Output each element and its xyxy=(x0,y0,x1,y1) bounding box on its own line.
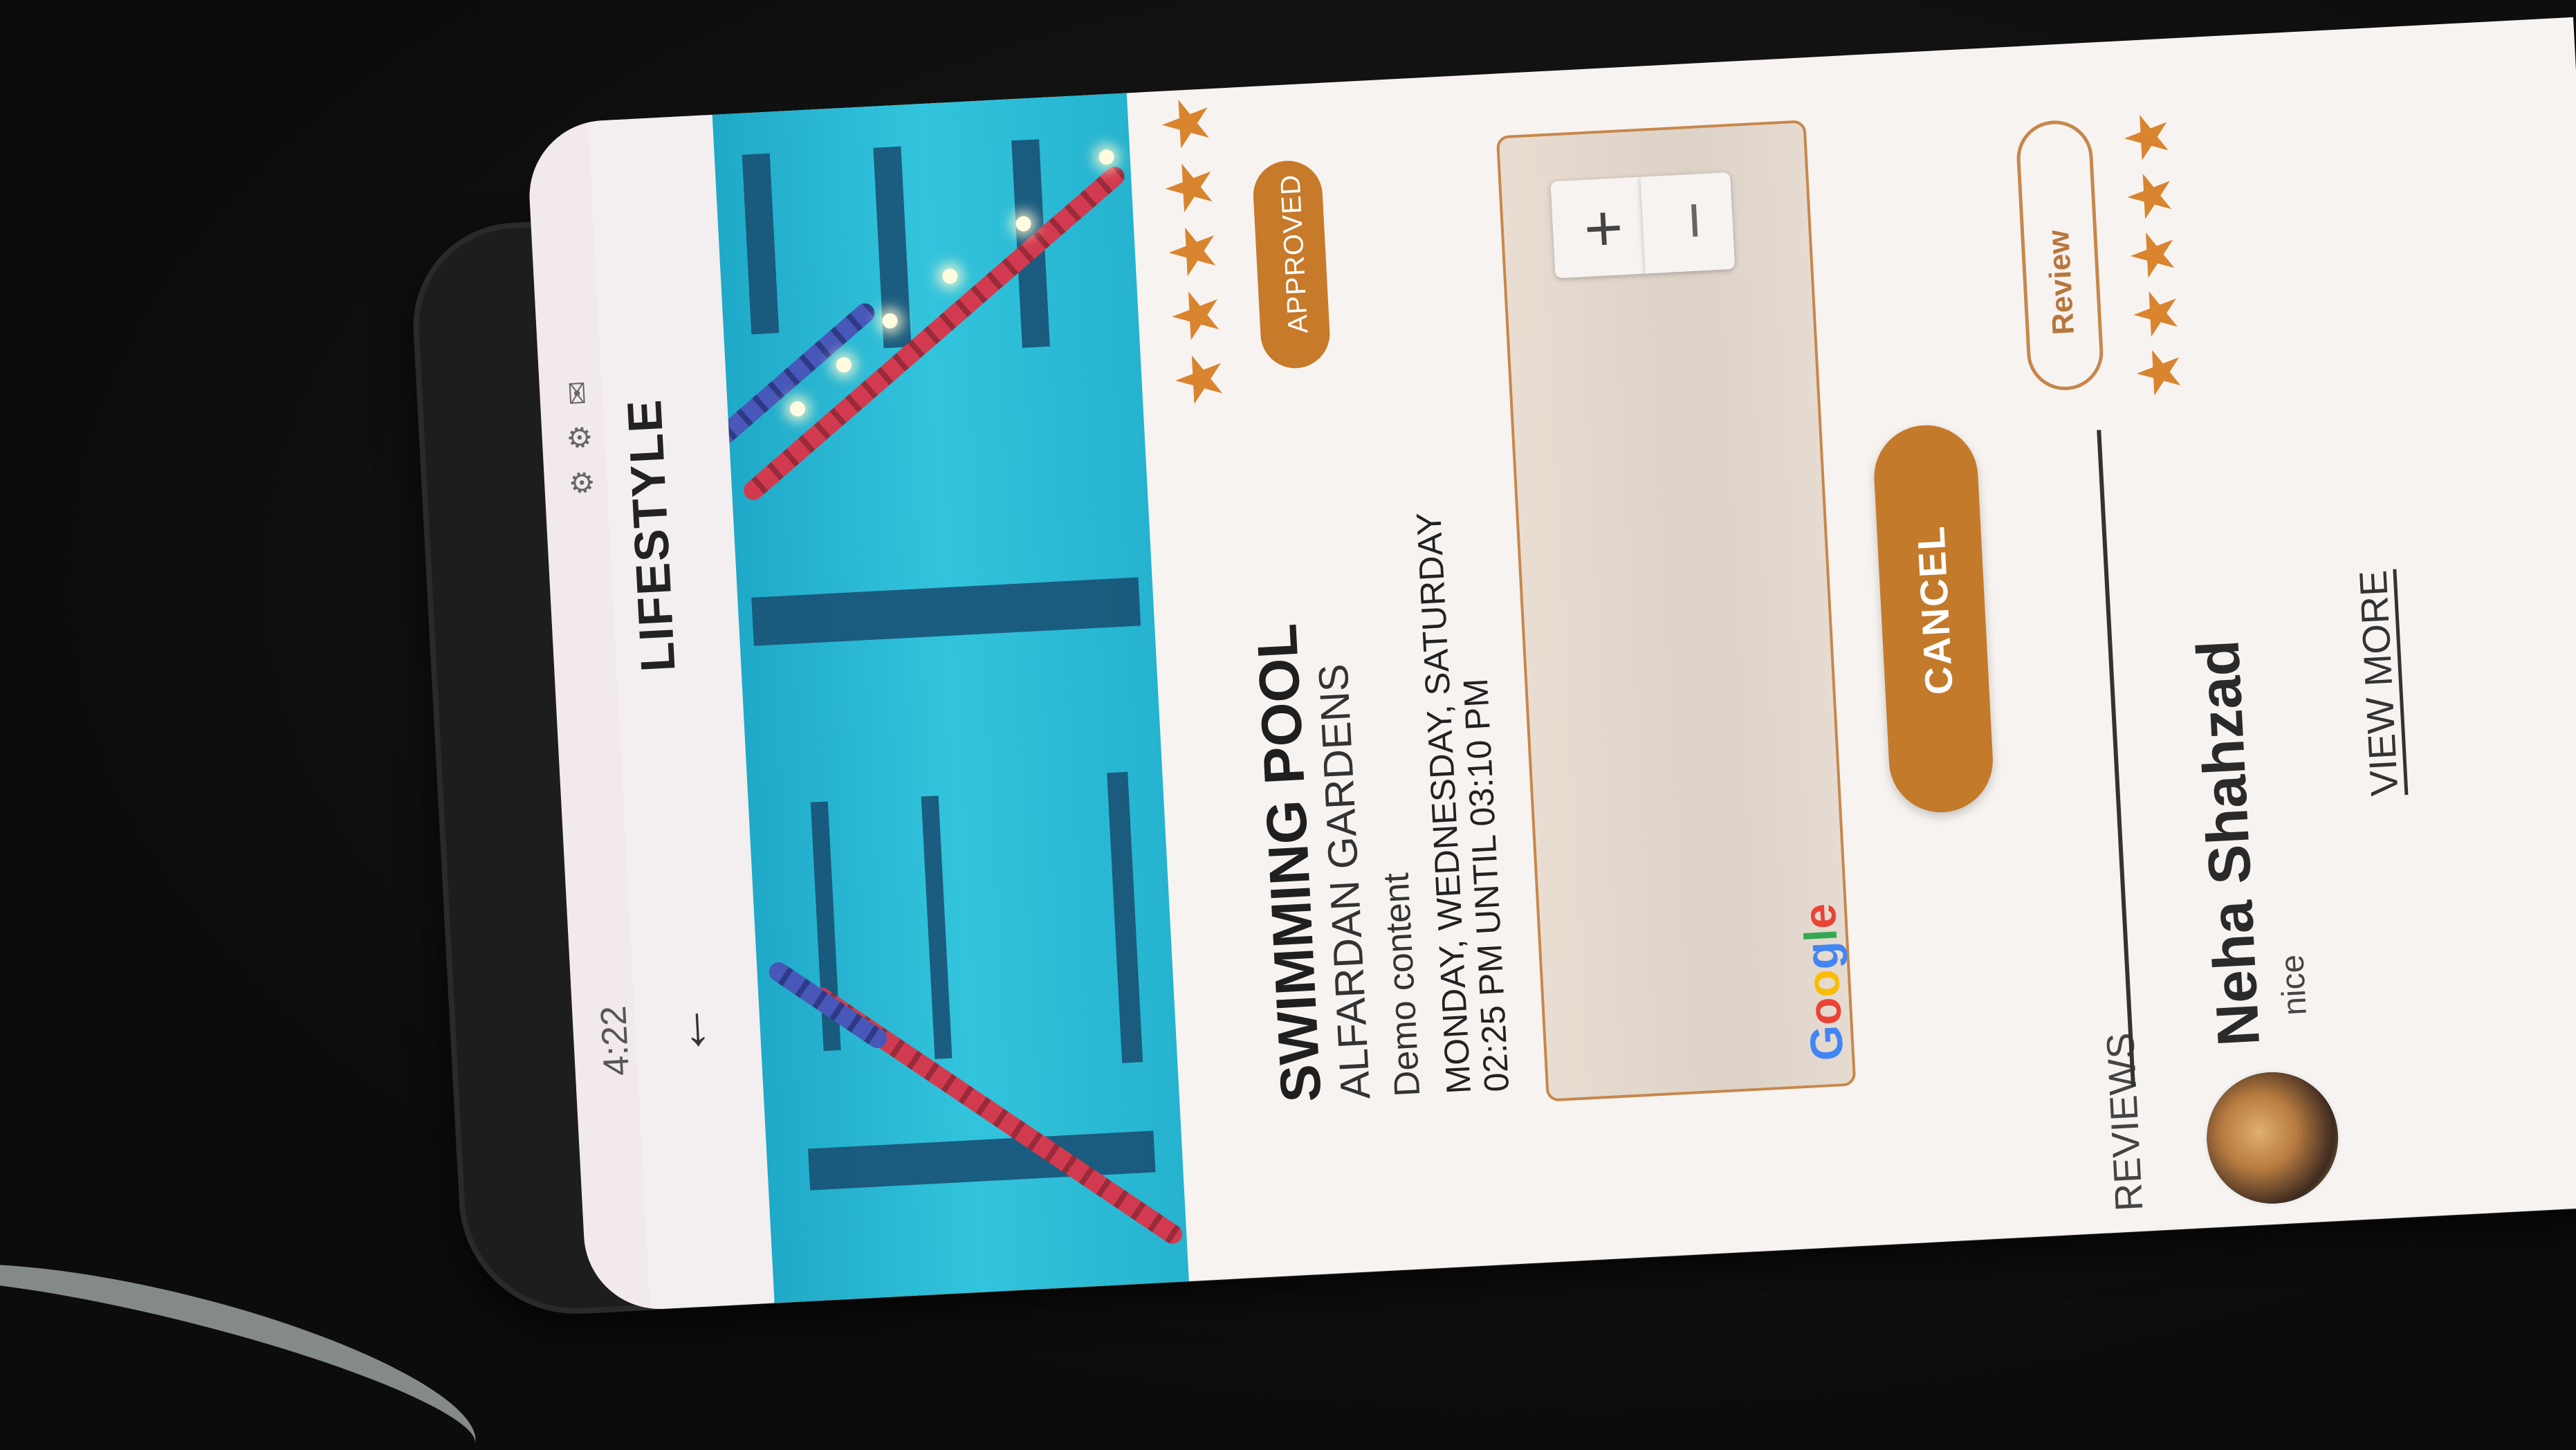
google-logo: Google xyxy=(1793,902,1853,1063)
pool-light xyxy=(1098,149,1115,165)
photo-background: 4:22 ⚙ ⚙ ✉ ≋ ▮ ← LIFESTYLE ★★★★★ APPROVE… xyxy=(0,0,2576,1450)
pool-light xyxy=(941,268,958,284)
pool-light xyxy=(789,401,806,417)
minus-icon: − xyxy=(1656,199,1732,242)
reviews-heading: REVIEWS xyxy=(2097,1031,2151,1213)
cancel-button-label: CANCEL xyxy=(1908,524,1961,696)
review-rating-stars: ★★★★★ xyxy=(2112,103,2194,401)
pool-lane-line xyxy=(751,577,1141,646)
lane-rope xyxy=(739,163,1129,504)
pool-lane-line xyxy=(921,796,953,1059)
view-more-link[interactable]: VIEW MORE xyxy=(2350,569,2407,798)
pool-lane-line xyxy=(742,153,780,335)
phone-screen: 4:22 ⚙ ⚙ ✉ ≋ ▮ ← LIFESTYLE ★★★★★ APPROVE… xyxy=(526,17,2576,1313)
review-button-label: Review xyxy=(2041,229,2081,336)
facility-rating-stars: ★★★★★ xyxy=(1149,86,1237,410)
plus-icon: + xyxy=(1565,207,1641,250)
pool-lane-line xyxy=(1107,771,1143,1063)
pool-light xyxy=(836,356,852,373)
back-arrow-icon[interactable]: ← xyxy=(655,1001,721,1060)
facility-description: Demo content xyxy=(1376,872,1428,1098)
lane-rope xyxy=(712,299,879,450)
swimming-pool-image xyxy=(712,93,1189,1303)
reviewer-name: Neha Shahzad xyxy=(2184,638,2273,1048)
review-comment: nice xyxy=(2274,953,2314,1017)
avatar xyxy=(2203,1069,2342,1207)
status-time: 4:22 xyxy=(593,1004,638,1077)
charging-cable xyxy=(0,1220,494,1450)
reviews-divider xyxy=(2097,430,2135,1087)
